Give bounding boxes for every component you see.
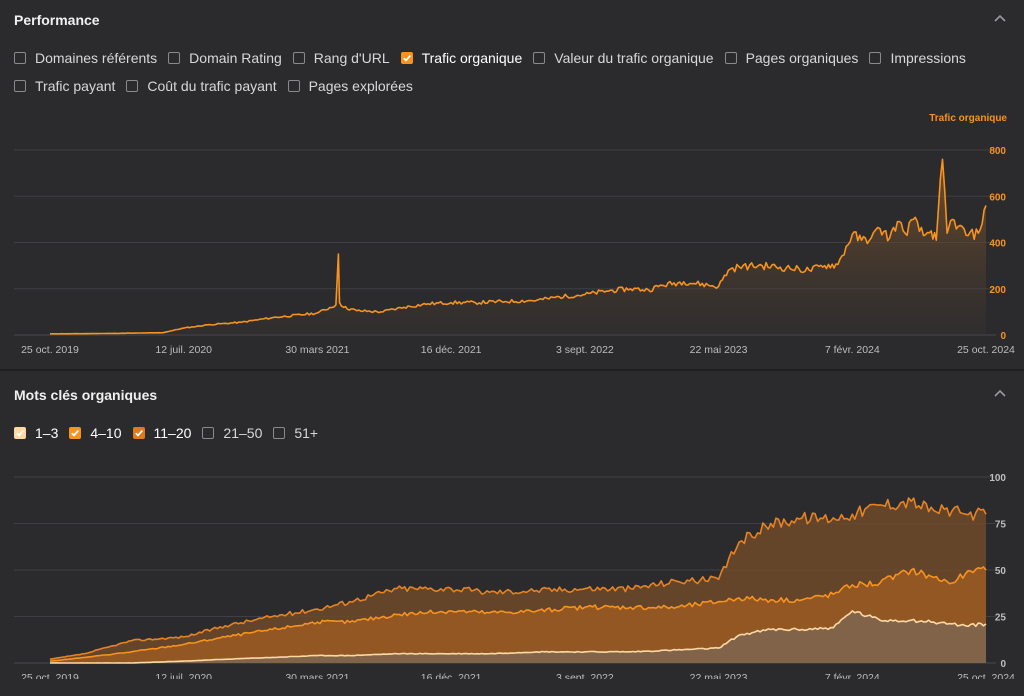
- y-tick-label: 50: [995, 566, 1007, 577]
- checkbox-4-10[interactable]: 4–10: [69, 425, 122, 441]
- x-tick-label: 7 févr. 2024: [825, 672, 880, 679]
- organic-traffic-chart[interactable]: 0 200 400 600 800 25 oct. 2019 12 juil. 2020 30…: [0, 125, 1024, 365]
- y-tick-label: 800: [989, 146, 1006, 157]
- checkbox-empty-icon: [292, 52, 305, 64]
- checkbox-label: Rang d'URL: [313, 50, 390, 66]
- checkbox-checked-icon: [69, 427, 82, 439]
- x-tick-label: 22 mai 2023: [690, 672, 748, 679]
- checkbox-pages-explorees[interactable]: Pages explorées: [287, 78, 413, 94]
- checkbox-label: Domaines référents: [35, 50, 158, 66]
- checkbox-pages-organiques[interactable]: Pages organiques: [724, 50, 859, 66]
- checkbox-empty-icon: [202, 427, 215, 439]
- checkbox-label: 4–10: [90, 425, 122, 441]
- performance-metric-row-2: Trafic payant Coût du trafic payant Pages …: [14, 78, 424, 94]
- checkbox-trafic-payant[interactable]: Trafic payant: [14, 78, 115, 94]
- chevron-up-icon: [994, 389, 1006, 397]
- x-tick-label: 7 févr. 2024: [825, 344, 880, 356]
- x-tick-label: 3 sept. 2022: [556, 344, 614, 356]
- checkbox-label: Trafic payant: [35, 78, 116, 94]
- checkbox-impressions[interactable]: Impressions: [869, 50, 966, 66]
- checkbox-trafic-organique[interactable]: Trafic organique: [400, 50, 523, 66]
- checkbox-label: 11–20: [153, 425, 192, 441]
- x-tick-label: 16 déc. 2021: [421, 344, 482, 356]
- checkbox-checked-icon: [132, 427, 145, 439]
- performance-metric-row-1: Domaines référents Domain Rating Rang d'UR…: [14, 50, 977, 66]
- checkbox-empty-icon: [126, 80, 139, 92]
- x-tick-label: 25 oct. 2019: [21, 672, 79, 679]
- x-tick-label: 25 oct. 2024: [957, 672, 1015, 679]
- checkbox-empty-icon: [724, 52, 737, 64]
- performance-title: Performance: [14, 12, 100, 28]
- checkbox-checked-icon: [14, 427, 26, 439]
- checkbox-empty-icon: [14, 52, 26, 64]
- x-tick-label: 25 oct. 2019: [21, 344, 79, 356]
- checkbox-empty-icon: [869, 52, 882, 64]
- organic-keywords-title: Mots clés organiques: [14, 387, 158, 403]
- checkbox-domaines-referents[interactable]: Domaines référents: [14, 50, 157, 66]
- checkbox-11-20[interactable]: 11–20: [132, 425, 192, 441]
- checkbox-label: Impressions: [890, 50, 966, 66]
- checkbox-empty-icon: [287, 80, 300, 92]
- x-tick-label: 12 juil. 2020: [155, 344, 212, 356]
- y-tick-label: 600: [989, 192, 1006, 203]
- checkbox-cout-du-trafic-payant[interactable]: Coût du trafic payant: [126, 78, 277, 94]
- checkbox-21-50[interactable]: 21–50: [202, 425, 262, 441]
- checkbox-51[interactable]: 51+: [273, 425, 318, 441]
- checkbox-1-3[interactable]: 1–3: [14, 425, 58, 441]
- collapse-performance-button[interactable]: [994, 13, 1006, 25]
- x-tick-label: 22 mai 2023: [690, 344, 748, 356]
- y-tick-label: 100: [989, 473, 1006, 484]
- y-tick-label: 75: [995, 520, 1007, 531]
- checkbox-label: Coût du trafic payant: [147, 78, 277, 94]
- checkbox-label: 51+: [294, 425, 319, 441]
- position-filter-row: 1–3 4–10 11–20 21–50 51+: [14, 425, 329, 441]
- checkbox-label: Valeur du trafic organique: [554, 50, 714, 66]
- x-tick-label: 25 oct. 2024: [957, 344, 1015, 356]
- checkbox-label: Pages explorées: [308, 78, 413, 94]
- x-tick-label: 30 mars 2021: [285, 344, 349, 356]
- checkbox-checked-icon: [400, 52, 413, 64]
- y-tick-label: 400: [989, 239, 1006, 250]
- x-tick-label: 16 déc. 2021: [421, 672, 482, 679]
- x-tick-label: 3 sept. 2022: [556, 672, 614, 679]
- x-tick-label: 30 mars 2021: [285, 672, 349, 679]
- organic-keywords-chart[interactable]: 0 25 50 75 100 25 oct. 2019 12 juil. 2020 30 ma…: [0, 459, 1024, 679]
- checkbox-label: Trafic organique: [421, 50, 523, 66]
- y-tick-label: 0: [1000, 659, 1006, 670]
- y-tick-label: 25: [995, 613, 1007, 624]
- checkbox-valeur-du-trafic-organique[interactable]: Valeur du trafic organique: [533, 50, 714, 66]
- performance-panel: Performance Domaines référents Domain Rat…: [0, 0, 1024, 370]
- checkbox-label: 21–50: [223, 425, 263, 441]
- checkbox-label: Pages organiques: [745, 50, 859, 66]
- checkbox-empty-icon: [168, 52, 181, 64]
- checkbox-rang-d-url[interactable]: Rang d'URL: [292, 50, 390, 66]
- y-tick-label: 200: [989, 285, 1006, 296]
- collapse-keywords-button[interactable]: [994, 388, 1006, 400]
- x-tick-label: 12 juil. 2020: [155, 672, 212, 679]
- y-tick-label: 0: [1000, 331, 1006, 342]
- checkbox-label: 1–3: [35, 425, 59, 441]
- organic-keywords-panel: Mots clés organiques 1–3 4–10 11–20 21–50 51…: [0, 371, 1024, 696]
- y-axis-title: Trafic organique: [929, 113, 1007, 124]
- checkbox-label: Domain Rating: [189, 50, 282, 66]
- checkbox-empty-icon: [273, 427, 286, 439]
- chevron-up-icon: [994, 14, 1006, 22]
- checkbox-empty-icon: [533, 52, 546, 64]
- checkbox-domain-rating[interactable]: Domain Rating: [168, 50, 282, 66]
- checkbox-empty-icon: [14, 80, 26, 92]
